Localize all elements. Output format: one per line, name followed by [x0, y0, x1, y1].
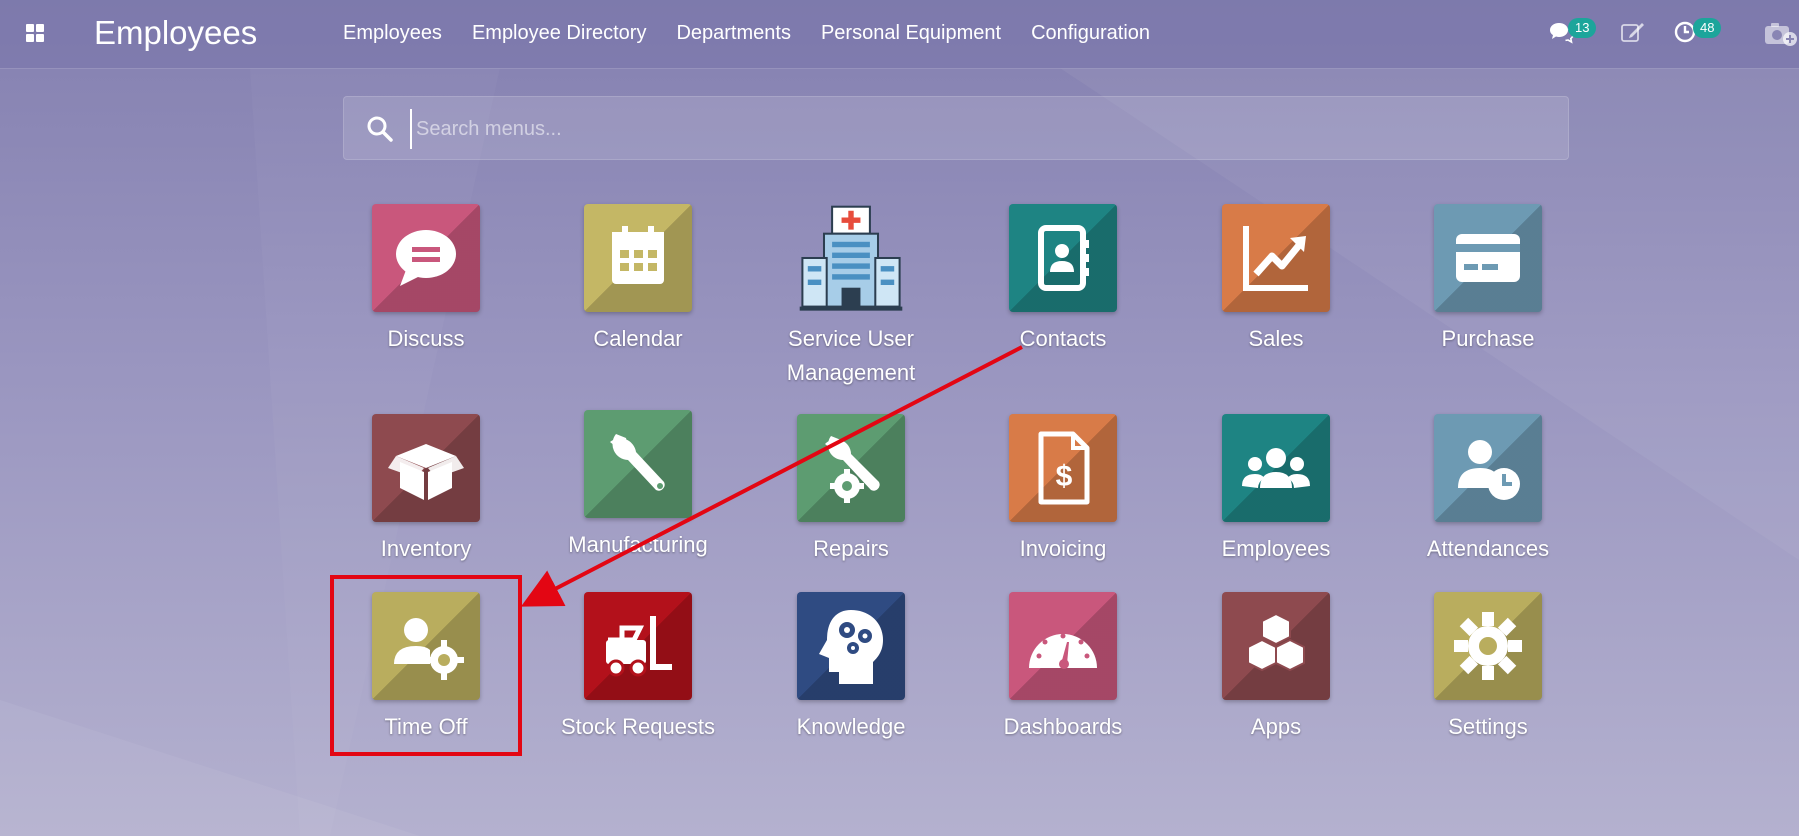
app-contacts[interactable]: Contacts	[963, 204, 1163, 356]
app-icon-manufacturing	[584, 410, 692, 518]
app-label: Invoicing	[1019, 536, 1107, 561]
app-icon-service-user-management	[797, 204, 905, 312]
gear-icon	[1454, 612, 1522, 680]
app-label: Sales	[1248, 326, 1304, 351]
user-gear-icon	[394, 618, 464, 680]
app-icon-knowledge	[797, 592, 905, 700]
credit-card-icon	[1456, 234, 1520, 282]
app-time-off[interactable]: Time Off	[326, 592, 526, 744]
search-icon	[367, 116, 393, 142]
app-icon-contacts	[1009, 204, 1117, 312]
edit-icon	[1621, 23, 1644, 42]
wrench-icon	[610, 434, 665, 491]
chat-bubble-icon	[396, 230, 456, 286]
app-knowledge[interactable]: Knowledge	[751, 592, 951, 744]
app-employees[interactable]: Employees	[1176, 414, 1376, 566]
apps-menu-toggle[interactable]	[24, 22, 46, 44]
app-apps[interactable]: Apps	[1176, 592, 1376, 744]
app-dashboards[interactable]: Dashboards	[963, 592, 1163, 744]
app-icon-apps	[1222, 592, 1330, 700]
app-label: Service User Management	[786, 326, 916, 385]
app-label: Calendar	[593, 326, 683, 351]
app-label: Stock Requests	[560, 714, 716, 739]
app-label: Employees	[1221, 536, 1331, 561]
grid-icon	[26, 24, 44, 42]
app-label: Repairs	[813, 536, 889, 561]
app-icon-invoicing: $	[1009, 414, 1117, 522]
app-icon-attendances	[1434, 414, 1542, 522]
app-discuss[interactable]: Discuss	[326, 204, 526, 356]
app-icon-dashboards	[1009, 592, 1117, 700]
app-icon-sales	[1222, 204, 1330, 312]
trend-chart-icon	[1243, 226, 1308, 291]
app-stock-requests[interactable]: Stock Requests	[538, 592, 738, 744]
menu-configuration[interactable]: Configuration	[1031, 22, 1150, 45]
app-repairs[interactable]: Repairs	[751, 414, 951, 566]
app-invoicing[interactable]: $ Invoicing	[963, 414, 1163, 566]
menu-employees[interactable]: Employees	[343, 22, 442, 45]
app-inventory[interactable]: Inventory	[326, 414, 526, 566]
app-icon-settings	[1434, 592, 1542, 700]
app-icon-calendar	[584, 204, 692, 312]
app-icon-repairs	[797, 414, 905, 522]
app-sales[interactable]: Sales	[1176, 204, 1376, 356]
app-label: Settings	[1448, 714, 1528, 739]
app-service-user-management[interactable]: Service User Management	[751, 204, 951, 390]
app-settings[interactable]: Settings	[1388, 592, 1588, 744]
app-purchase[interactable]: Purchase	[1388, 204, 1588, 356]
menu-employee-directory[interactable]: Employee Directory	[472, 22, 647, 45]
app-label: Inventory	[380, 536, 472, 561]
messages-badge: 13	[1568, 18, 1597, 38]
edit-systray[interactable]	[1620, 20, 1646, 49]
svg-text:$: $	[1056, 460, 1073, 493]
app-attendances[interactable]: Attendances	[1388, 414, 1588, 566]
cubes-icon	[1247, 612, 1305, 672]
app-label: Attendances	[1426, 536, 1550, 561]
app-label: Dashboards	[1003, 714, 1123, 739]
app-icon-time-off	[372, 592, 480, 700]
invoice-dollar-icon: $	[1038, 431, 1090, 505]
search-menus-input[interactable]	[410, 109, 1538, 149]
menu-departments[interactable]: Departments	[676, 22, 791, 45]
app-label: Time Off	[384, 714, 468, 739]
app-manufacturing[interactable]: Manufacturing	[538, 410, 738, 562]
head-gears-icon	[819, 610, 883, 684]
open-box-icon	[388, 444, 464, 500]
hospital-building-icon	[799, 205, 903, 311]
contact-book-icon	[1038, 225, 1089, 291]
app-label: Manufacturing	[568, 532, 708, 557]
activities-systray[interactable]: 48	[1673, 18, 1722, 49]
screenshot-systray[interactable]	[1764, 20, 1798, 53]
app-label: Discuss	[387, 326, 465, 351]
speedometer-icon	[1029, 633, 1097, 669]
top-menu: Employees Employee Directory Departments…	[343, 22, 1150, 45]
calendar-icon	[612, 226, 664, 284]
app-icon-inventory	[372, 414, 480, 522]
messages-systray[interactable]: 13	[1548, 18, 1597, 49]
app-icon-employees	[1222, 414, 1330, 522]
user-clock-icon	[1458, 440, 1520, 500]
wrench-gear-icon	[825, 436, 880, 503]
people-group-icon	[1242, 448, 1310, 488]
app-title: Employees	[94, 14, 258, 51]
app-icon-discuss	[372, 204, 480, 312]
app-calendar[interactable]: Calendar	[538, 204, 738, 356]
app-icon-stock-requests	[584, 592, 692, 700]
activities-badge: 48	[1693, 18, 1722, 38]
app-label: Knowledge	[796, 714, 906, 739]
app-label: Contacts	[1019, 326, 1107, 351]
menu-personal-equipment[interactable]: Personal Equipment	[821, 22, 1001, 45]
top-navbar: Employees Employees Employee Directory D…	[0, 0, 1799, 69]
forklift-icon	[606, 616, 672, 677]
camera-add-icon	[1765, 23, 1797, 46]
app-label: Apps	[1250, 714, 1302, 739]
app-icon-purchase	[1434, 204, 1542, 312]
app-label: Purchase	[1441, 326, 1535, 351]
search-bar	[343, 96, 1569, 160]
